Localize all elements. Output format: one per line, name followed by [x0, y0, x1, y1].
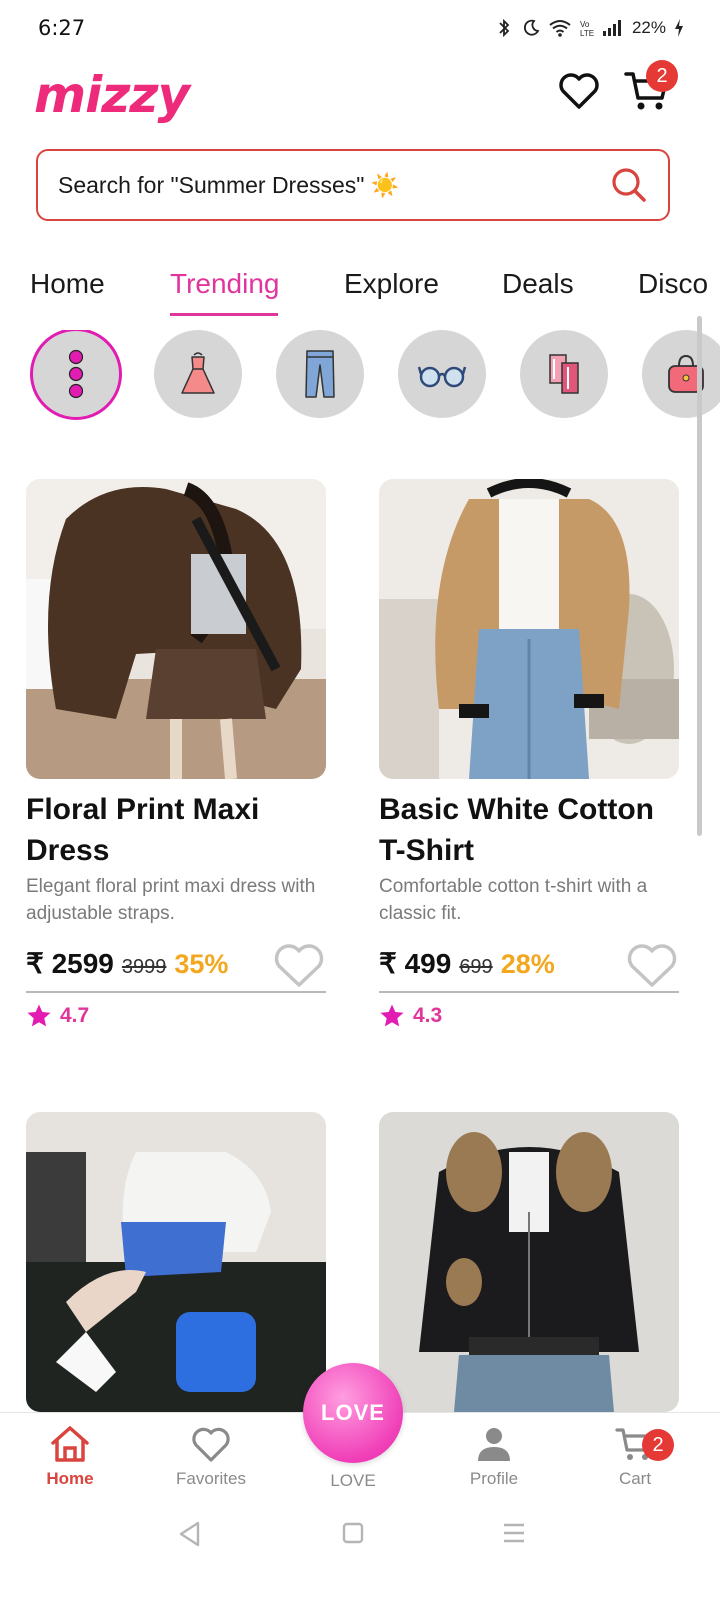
rating-value: 4.7 — [60, 1004, 90, 1027]
favorites-header-button[interactable] — [556, 68, 602, 114]
product-photo-denim-shorts — [26, 1112, 326, 1412]
dress-icon — [181, 352, 215, 394]
heart-icon — [559, 73, 599, 109]
active-tab-indicator — [170, 313, 278, 316]
category-bags[interactable] — [642, 330, 720, 418]
product-image[interactable] — [26, 479, 326, 779]
nav-favorites[interactable]: Favorites — [156, 1423, 266, 1489]
volte-icon: VoLTE — [580, 20, 594, 38]
svg-text:LTE: LTE — [580, 29, 594, 38]
more-dots-icon — [68, 349, 84, 399]
product-image[interactable] — [379, 479, 679, 779]
home-icon — [51, 1426, 89, 1462]
cart-header-button[interactable]: 2 — [622, 60, 678, 116]
product-discount: 35% — [174, 949, 229, 979]
scrollbar[interactable] — [697, 316, 702, 836]
signal-icon — [602, 20, 621, 36]
svg-text:Vo: Vo — [580, 20, 590, 29]
category-dresses[interactable] — [154, 330, 242, 418]
product-image[interactable] — [26, 1112, 326, 1412]
heart-icon — [192, 1427, 230, 1462]
product-description: Comfortable cotton t-shirt with a classi… — [379, 876, 648, 924]
nav-cart[interactable]: Cart 2 — [580, 1423, 690, 1489]
nav-love-label: LOVE — [330, 1471, 376, 1490]
moon-icon — [523, 19, 540, 36]
love-button[interactable]: LOVE — [303, 1363, 403, 1463]
nav-profile-label: Profile — [469, 1469, 519, 1488]
wishlist-heart-icon[interactable] — [272, 941, 326, 989]
status-icons: Vo LTE 22% — [494, 18, 684, 38]
app-logo: mizzy — [34, 66, 190, 124]
nav-cart-label: Cart — [618, 1469, 652, 1488]
cart-count-badge: 2 — [642, 1429, 674, 1461]
product-image[interactable] — [379, 1112, 679, 1412]
nav-home[interactable]: Home — [15, 1423, 125, 1489]
product-photo-velvet-hoodie — [379, 1112, 679, 1412]
battery-percent: 22% — [631, 18, 666, 37]
product-discount: 28% — [500, 949, 555, 979]
category-eyewear[interactable] — [398, 330, 486, 418]
product-title[interactable]: Floral Print Maxi Dress — [26, 789, 326, 871]
category-tabs: Home Trending Explore Deals Disco — [0, 258, 720, 320]
price-row: ₹ 2599 3999 35% — [26, 944, 326, 997]
nav-profile[interactable]: Profile — [439, 1423, 549, 1489]
nav-favorites-label: Favorites — [176, 1469, 246, 1488]
product-price: ₹ 2599 — [26, 948, 114, 979]
product-price: ₹ 499 — [379, 948, 452, 979]
rating-value: 4.3 — [413, 1004, 443, 1027]
price-row: ₹ 499 699 28% — [379, 944, 679, 997]
nav-love-label-wrap[interactable]: LOVE — [298, 1471, 408, 1491]
product-rating: 4.3 — [379, 1003, 679, 1029]
scarf-icon — [549, 354, 579, 394]
product-mrp: 3999 — [121, 956, 167, 978]
search-input[interactable]: Search for "Summer Dresses" ☀️ — [58, 172, 610, 199]
product-description: Elegant floral print maxi dress with adj… — [26, 876, 316, 924]
product-mrp: 699 — [459, 956, 493, 978]
tab-trending[interactable]: Trending — [170, 268, 279, 300]
tab-home[interactable]: Home — [30, 268, 105, 300]
star-icon — [380, 1004, 404, 1027]
category-more[interactable] — [30, 330, 122, 420]
system-navigation-bar — [0, 1506, 720, 1600]
wishlist-heart-icon[interactable] — [625, 941, 679, 989]
category-scarves[interactable] — [520, 330, 608, 418]
jeans-icon — [305, 350, 335, 398]
search-icon[interactable] — [610, 166, 648, 204]
glasses-icon — [417, 366, 467, 388]
status-time: 6:27 — [38, 16, 86, 40]
category-icons-row — [0, 330, 720, 422]
category-jeans[interactable] — [276, 330, 364, 418]
product-card[interactable]: Floral Print Maxi Dress Elegant floral p… — [26, 479, 326, 1029]
product-photo-bomber-jacket — [379, 479, 679, 779]
back-icon[interactable] — [176, 1520, 204, 1548]
tab-explore[interactable]: Explore — [344, 268, 439, 300]
product-card[interactable]: Basic White Cotton T-Shirt Comfortable c… — [379, 479, 679, 1029]
search-bar[interactable]: Search for "Summer Dresses" ☀️ — [36, 149, 670, 221]
tab-deals[interactable]: Deals — [502, 268, 574, 300]
product-card[interactable] — [379, 1112, 679, 1412]
status-bar: 6:27 Vo LTE 22% — [0, 0, 720, 60]
wifi-icon — [549, 20, 571, 37]
cart-count-badge: 2 — [646, 60, 678, 92]
recent-apps-icon[interactable] — [502, 1522, 526, 1544]
bluetooth-icon — [499, 18, 510, 38]
star-icon — [27, 1004, 51, 1027]
tab-discover[interactable]: Disco — [638, 268, 708, 300]
product-photo-leather-jacket — [26, 479, 326, 779]
product-rating: 4.7 — [26, 1003, 326, 1029]
nav-home-label: Home — [46, 1469, 94, 1488]
home-square-icon[interactable] — [342, 1522, 364, 1544]
charging-icon — [675, 19, 683, 37]
product-card[interactable] — [26, 1112, 326, 1412]
product-title[interactable]: Basic White Cotton T-Shirt — [379, 789, 679, 871]
profile-icon — [478, 1428, 510, 1461]
